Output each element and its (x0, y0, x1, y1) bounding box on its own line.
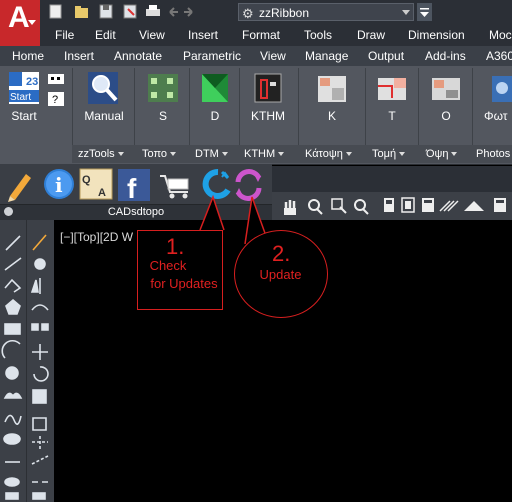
callout-text-line1: Check (149, 258, 187, 273)
callout-text-line2: for Updates (150, 276, 218, 291)
callout-step-number: 2. (272, 241, 291, 266)
callout-update: 2. Update (234, 230, 328, 318)
callout-check-updates: 1. Check for Updates (137, 230, 223, 310)
callout-step-number: 1. (166, 234, 185, 259)
callout-text: Update (259, 267, 302, 282)
